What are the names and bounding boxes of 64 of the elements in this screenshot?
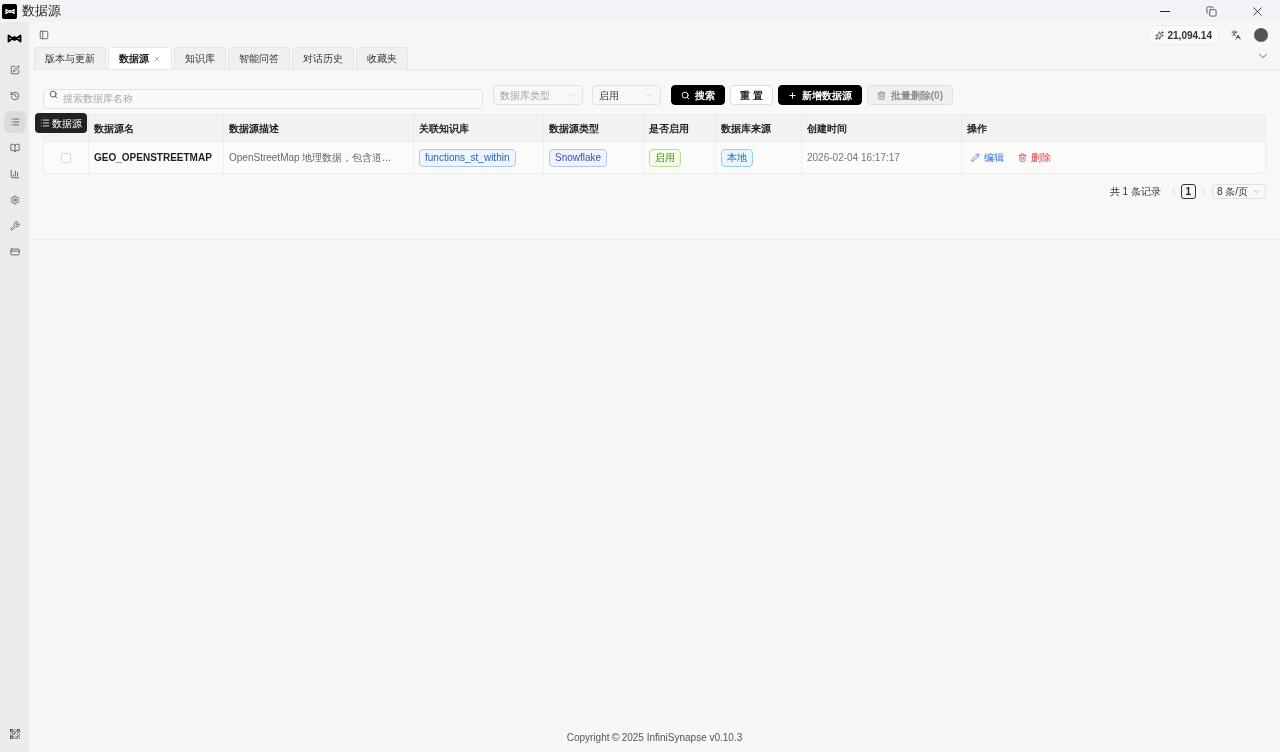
tab[interactable]: 版本与更新 [34, 47, 106, 69]
status-select[interactable]: 启用 [592, 85, 661, 105]
table-cell-text: GEO_OPENSTREETMAP [94, 151, 212, 165]
tag: Snowflake [549, 148, 608, 167]
logo-icon [7, 34, 22, 43]
tab[interactable]: 智能问答 [228, 47, 290, 69]
total-count: 共 1 条记录 [1109, 184, 1161, 199]
column-header: 数据源类型 [549, 121, 599, 136]
table-cell-text: OpenStreetMap 地理数据，包含道... [229, 151, 391, 165]
minimize-icon [1160, 10, 1170, 12]
restore-icon [1205, 5, 1217, 17]
trash-icon [1018, 153, 1027, 162]
close-icon[interactable] [153, 54, 161, 63]
trash-icon [876, 90, 886, 100]
avatar[interactable] [1254, 28, 1268, 42]
pencil-icon [971, 153, 980, 162]
plus-icon [787, 90, 797, 100]
column-header: 数据源名 [94, 121, 134, 136]
tab[interactable]: 对话历史 [292, 47, 354, 69]
tab[interactable]: 知识库 [174, 47, 226, 69]
page-size-select[interactable]: 8 条/页 [1211, 183, 1266, 199]
page-button[interactable]: 1 [1180, 183, 1196, 199]
search-field[interactable]: 搜索数据库名称 [43, 88, 483, 109]
tag: 本地 [721, 148, 753, 167]
edit-icon [9, 65, 20, 75]
sidebar-toggle-icon[interactable] [39, 30, 49, 40]
edit-link[interactable]: 编辑 [971, 150, 1004, 165]
copyright-symbol: © [611, 729, 620, 745]
tab[interactable]: 收藏夹 [356, 47, 408, 69]
column-header: 操作 [967, 121, 987, 136]
credits-badge[interactable]: 21,094.14 [1146, 25, 1220, 45]
qr-code-icon[interactable] [8, 728, 21, 740]
search-icon [681, 90, 690, 100]
translate-icon[interactable] [1231, 30, 1241, 40]
list-icon [9, 117, 20, 127]
column-header: 数据源描述 [229, 121, 279, 136]
window-title: 数据源 [22, 2, 61, 21]
column-header: 是否启用 [649, 121, 689, 136]
table-cell-text: 2026-02-04 16:17:17 [807, 151, 900, 165]
card-icon [9, 247, 20, 257]
column-header: 创建时间 [807, 121, 847, 136]
primary-button[interactable]: 新增数据源 [777, 85, 862, 105]
credits-value: 21,094.14 [1167, 28, 1212, 43]
footer-text: 2025 InfiniSynapse v0.10.3 [621, 730, 743, 745]
settings-icon [9, 195, 20, 205]
sparkle-icon [1154, 30, 1164, 40]
column-header: 数据库来源 [721, 121, 771, 136]
tab[interactable]: 数据源 [108, 47, 172, 69]
row-checkbox[interactable] [61, 152, 71, 163]
footer-text: Copyright [566, 730, 610, 745]
delete-link[interactable]: 删除 [1018, 150, 1051, 165]
button[interactable]: 重 置 [730, 85, 773, 105]
bar-chart-icon [9, 169, 20, 179]
wrench-icon [9, 221, 20, 231]
logo-icon [4, 7, 15, 15]
book-icon [9, 143, 20, 153]
tooltip-text: 数据源 [52, 116, 82, 131]
column-header: 关联知识库 [419, 121, 469, 136]
tag: 启用 [649, 148, 681, 167]
tag: functions_st_within [419, 148, 516, 167]
list-icon [40, 118, 50, 128]
sidebar-item[interactable] [3, 111, 26, 133]
history-icon [9, 91, 20, 101]
primary-button[interactable]: 搜索 [671, 85, 725, 105]
